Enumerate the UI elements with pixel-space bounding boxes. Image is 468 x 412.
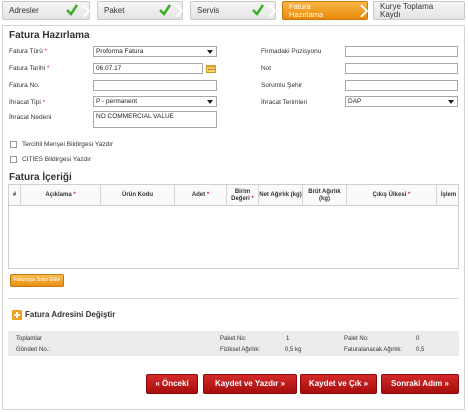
not-input[interactable] xyxy=(345,63,458,74)
plus-icon[interactable] xyxy=(12,310,22,320)
step-servis[interactable]: Servis xyxy=(190,1,276,20)
step-paket-label: Paket xyxy=(104,6,125,15)
step-kurye-toplama[interactable]: Kurye Toplama Kaydı xyxy=(373,1,465,20)
caret-down-icon xyxy=(207,100,213,104)
col-brut-agirlik: Brüt Ağırlık (kg) xyxy=(303,185,347,206)
summary-box: Toplamlar Gönderi No.: Paket No: 1 Fizik… xyxy=(8,331,459,356)
col-adet: Adet * xyxy=(175,185,227,206)
palet-no-value: 0 xyxy=(416,336,420,342)
gonderi-no-label: Gönderi No.: xyxy=(16,347,51,353)
col-birim-degeri: Birim Değeri * xyxy=(227,185,259,206)
fatura-tarihi-label: Fatura Tarihi * xyxy=(9,65,50,72)
col-net-agirlik: Net Ağırlık (kg) xyxy=(259,185,303,206)
chevron-right-icon xyxy=(360,5,368,17)
step-kurye-toplama-label: Kurye Toplama Kaydı xyxy=(380,2,434,19)
step-adresler-label: Adresler xyxy=(9,6,39,15)
check-icon xyxy=(252,4,265,16)
col-islem: İşlem xyxy=(440,192,457,198)
ihracat-nedeni-textarea[interactable]: NO COMMERCIAL VALUE xyxy=(93,111,217,128)
invoice-items-table: # Açıklama * Ürün Kodu Adet * Birim Değe… xyxy=(8,184,459,269)
ihracat-tipi-select[interactable]: P - permanent xyxy=(93,96,217,107)
section-title: Fatura Hazırlama xyxy=(9,30,90,41)
sorumlu-sehir-input[interactable] xyxy=(345,80,458,91)
ihracat-terimleri-select[interactable]: DAP xyxy=(345,96,458,107)
chevron-right-icon xyxy=(268,5,276,17)
fatura-no-label: Fatura No. xyxy=(9,82,40,89)
check-icon xyxy=(66,4,79,16)
caret-down-icon xyxy=(448,100,454,104)
mensei-checkbox-label: Tercihli Menşei Bildirgesi Yazdır xyxy=(22,141,114,148)
col-hash: # xyxy=(9,185,21,206)
fatura-turu-label: Fatura Türü * xyxy=(9,48,48,55)
fiziksel-agirlik-value: 0,5 kg xyxy=(285,347,302,353)
step-servis-label: Servis xyxy=(197,6,220,15)
fatura-tarihi-input[interactable]: 06.07.17 xyxy=(93,63,203,74)
ihracat-tipi-label: İhracat Tipi * xyxy=(9,99,46,106)
calendar-icon[interactable] xyxy=(206,64,216,73)
save-and-exit-button[interactable]: Kaydet ve Çık » xyxy=(300,374,377,394)
toplamlar-label: Toplamlar xyxy=(16,336,43,342)
faturalanacak-agirlik-label: Faturalanacak Ağırlık: xyxy=(344,347,403,353)
fatura-turu-select[interactable]: Proforma Fatura xyxy=(93,46,217,57)
next-step-button[interactable]: Sonraki Adım » xyxy=(381,374,459,394)
ihracat-nedeni-label: İhracat Nedeni xyxy=(9,114,52,121)
not-label: Not xyxy=(261,65,272,72)
palet-no-label: Palet No: xyxy=(344,336,369,342)
fatura-no-input[interactable] xyxy=(93,80,217,91)
chevron-right-icon xyxy=(175,5,183,17)
table-header: # Açıklama * Ürün Kodu Adet * Birim Değe… xyxy=(9,185,458,206)
step-adresler[interactable]: Adresler xyxy=(2,1,90,20)
caret-down-icon xyxy=(207,50,213,54)
mensei-checkbox[interactable] xyxy=(10,141,17,148)
firmadaki-pozisyonu-label: Firmadaki Pozisyonu xyxy=(261,48,322,55)
col-urun-kodu: Ürün Kodu xyxy=(101,185,175,206)
divider xyxy=(8,298,459,299)
wizard-steps: Adresler Paket Servis Fatura Hazırlama Ku… xyxy=(2,0,466,22)
content-title: Fatura İçeriği xyxy=(9,172,72,183)
step-fatura-hazirlama[interactable]: Fatura Hazırlama xyxy=(282,1,368,20)
address-change-link[interactable]: Fatura Adresini Değiştir xyxy=(25,310,115,319)
fiziksel-agirlik-label: Fiziksel Ağırlık: xyxy=(220,347,261,353)
save-and-print-button[interactable]: Kaydet ve Yazdır » xyxy=(203,374,297,394)
step-fatura-hazirlama-label: Fatura Hazırlama xyxy=(289,2,324,19)
add-row-button[interactable]: Faturaya Satır Ekle xyxy=(10,274,64,287)
step-paket[interactable]: Paket xyxy=(97,1,183,20)
check-icon xyxy=(159,4,172,16)
faturalanacak-agirlik-value: 0,5 xyxy=(416,347,425,353)
paket-no-value: 1 xyxy=(286,336,290,342)
sorumlu-sehir-label: Sorumlu Şehir xyxy=(261,82,303,89)
paket-no-label: Paket No: xyxy=(220,336,247,342)
firmadaki-pozisyonu-input[interactable] xyxy=(345,46,458,57)
cites-checkbox[interactable] xyxy=(10,156,17,163)
col-cikis-ulkesi: Çıkış Ülkesi * xyxy=(347,185,437,206)
col-aciklama: Açıklama * xyxy=(21,185,101,206)
cites-checkbox-label: CITIES Bildirgesi Yazdır xyxy=(22,156,92,163)
chevron-right-icon xyxy=(82,5,90,17)
ihracat-terimleri-label: İhracat Terimleri xyxy=(261,99,308,106)
previous-button[interactable]: « Önceki xyxy=(146,374,198,394)
